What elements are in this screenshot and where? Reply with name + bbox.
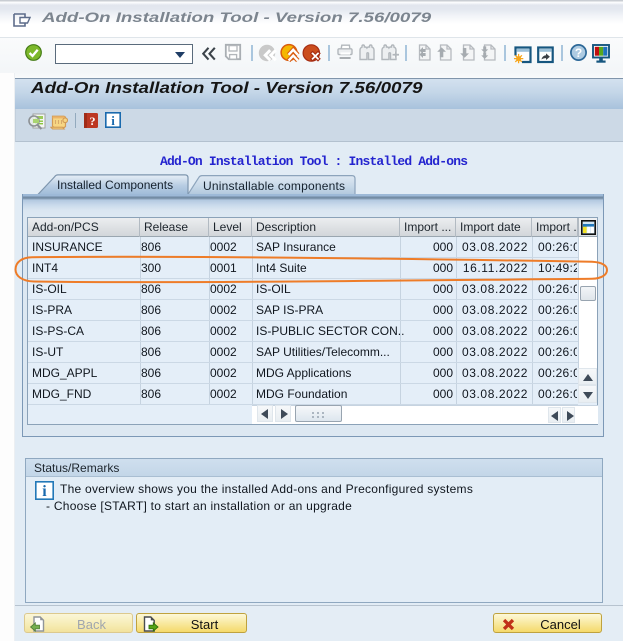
svg-text:i: i [42,483,47,500]
svg-text:i: i [111,113,115,128]
svg-text:?: ? [575,46,582,60]
svg-text:?: ? [90,114,96,128]
